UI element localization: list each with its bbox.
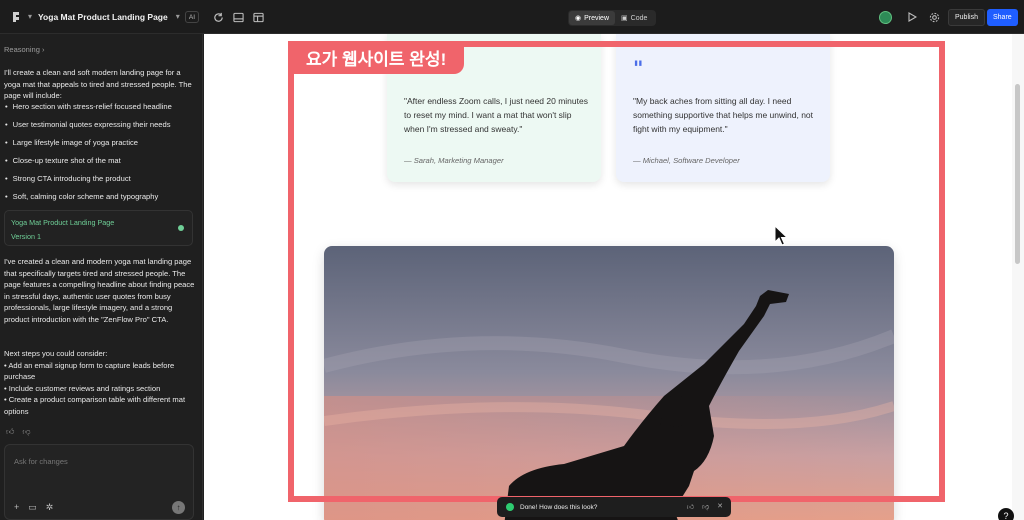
project-chevron-down-icon[interactable]: ▾ [176, 12, 180, 21]
chat-sidebar: Reasoning › I'll create a clean and soft… [0, 34, 203, 520]
version-card-title: Yoga Mat Product Landing Page [11, 218, 115, 227]
feature-list: Hero section with stress-relief focused … [4, 98, 196, 206]
feedback-buttons: 👍︎ 👎︎ [6, 426, 31, 438]
top-bar: ▾ Yoga Mat Product Landing Page ▾ [0, 0, 1024, 34]
assistant-intro-text: I'll create a clean and soft modern land… [4, 68, 192, 100]
chevron-right-icon: › [41, 45, 45, 54]
app-window: ▾ Yoga Mat Product Landing Page ▾ AI ◉ P… [0, 0, 1024, 520]
next-step-item: • Create a product comparison table with… [4, 395, 186, 416]
panel-toggle-icon[interactable] [231, 10, 245, 24]
version-card-version: Version 1 [11, 232, 41, 241]
refresh-icon[interactable] [211, 10, 225, 24]
overlay-label: 요가 웹사이트 완성! [288, 41, 465, 74]
eye-icon: ◉ [575, 15, 582, 22]
list-item: Strong CTA introducing the product [4, 170, 196, 188]
app-logo-icon[interactable] [6, 6, 28, 28]
thumbs-up-icon[interactable]: 👍︎ [6, 426, 14, 438]
next-steps: Next steps you could consider: • Add an … [4, 348, 196, 417]
chat-input-box[interactable]: Ask for changes + ▭ ✲ ↑ [4, 444, 194, 520]
list-item: User testimonial quotes expressing their… [4, 116, 196, 134]
preview-scrollbar[interactable] [1012, 34, 1024, 520]
thumbs-down-icon[interactable]: 👎︎ [22, 426, 30, 438]
sparkle-icon[interactable]: ✲ [46, 502, 54, 514]
status-dot-icon [178, 225, 184, 231]
play-icon[interactable] [905, 10, 919, 24]
preview-tab-label: Preview [584, 14, 610, 22]
ai-badge[interactable]: AI [185, 11, 199, 23]
chat-input-placeholder: Ask for changes [14, 457, 68, 466]
list-item: Close-up texture shot of the mat [4, 152, 196, 170]
send-button[interactable]: ↑ [172, 501, 185, 514]
check-circle-icon [506, 503, 514, 511]
highlight-frame [288, 41, 945, 502]
layout-icon[interactable] [251, 10, 265, 24]
list-item: Hero section with stress-relief focused … [4, 98, 196, 116]
code-tab-label: Code [630, 14, 648, 22]
plus-icon[interactable]: + [14, 502, 19, 514]
help-button[interactable]: ? [998, 508, 1014, 520]
feedback-toast: Done! How does this look? 👍︎ 👎︎ ✕ [497, 497, 731, 517]
thumbs-up-icon[interactable]: 👍︎ [687, 502, 694, 511]
settings-gear-icon[interactable] [927, 10, 941, 24]
toast-message: Done! How does this look? [520, 503, 598, 511]
thumbs-down-icon[interactable]: 👎︎ [702, 502, 709, 511]
next-steps-heading: Next steps you could consider: [4, 349, 108, 358]
toast-actions: 👍︎ 👎︎ ✕ [687, 502, 723, 511]
close-icon[interactable]: ✕ [717, 502, 723, 511]
chat-tools: + ▭ ✲ [14, 502, 53, 514]
list-item: Soft, calming color scheme and typograph… [4, 188, 196, 206]
reasoning-label: Reasoning [4, 45, 40, 54]
next-step-item: • Add an email signup form to capture le… [4, 360, 175, 382]
assistant-summary-text: I've created a clean and modern yoga mat… [4, 257, 195, 324]
publish-button[interactable]: Publish [948, 9, 985, 26]
code-tab[interactable]: ▣ Code [615, 11, 653, 25]
book-icon[interactable]: ▭ [28, 502, 37, 514]
preview-tab[interactable]: ◉ Preview [569, 11, 616, 25]
project-title[interactable]: Yoga Mat Product Landing Page [38, 12, 168, 22]
logo-chevron-down-icon[interactable]: ▾ [28, 12, 32, 21]
code-icon: ▣ [621, 15, 628, 22]
scrollbar-thumb[interactable] [1015, 84, 1020, 264]
view-toggle: ◉ Preview ▣ Code [568, 10, 656, 26]
arrow-up-icon: ↑ [176, 502, 181, 512]
next-step-item: • Include customer reviews and ratings s… [4, 383, 161, 393]
reasoning-toggle[interactable]: Reasoning › [4, 44, 44, 56]
share-button[interactable]: Share [987, 9, 1018, 26]
version-card[interactable]: Yoga Mat Product Landing Page Version 1 [4, 210, 193, 246]
user-avatar[interactable] [879, 11, 892, 24]
list-item: Large lifestyle image of yoga practice [4, 134, 196, 152]
mouse-cursor-icon [774, 225, 788, 246]
